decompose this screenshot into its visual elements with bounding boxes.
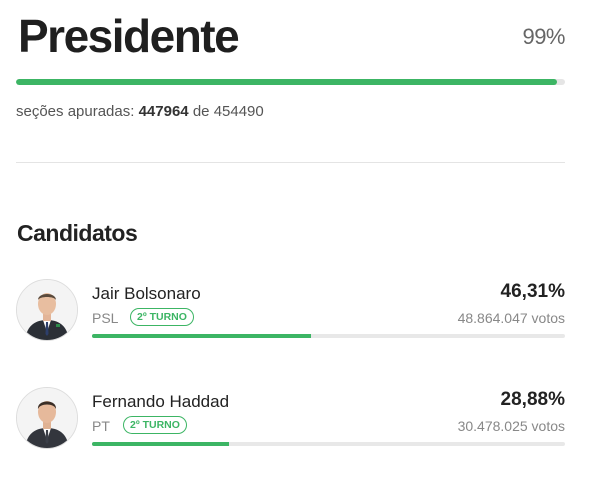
candidate-party: PT: [92, 418, 110, 434]
candidate-percent: 46,31%: [500, 281, 565, 302]
candidate-party: PSL: [92, 310, 119, 326]
overall-progress-fill: [16, 79, 558, 85]
sections-counted-text: seções apuradas: 447964 de 454490: [16, 103, 264, 120]
candidate-avatar: [16, 279, 78, 341]
candidates-heading: Candidatos: [17, 220, 138, 246]
candidate-votes: 48.864.047 votos: [457, 310, 565, 326]
candidate-progress-bar: [92, 334, 565, 338]
second-round-badge: 2º TURNO: [123, 416, 187, 434]
candidate-name: Jair Bolsonaro: [92, 284, 201, 303]
page-title: Presidente: [18, 10, 240, 62]
divider: [16, 162, 565, 163]
person-photo-icon: [17, 280, 77, 340]
sections-middle: de: [192, 103, 210, 120]
person-photo-icon: [17, 388, 77, 448]
candidate-card[interactable]: Jair Bolsonaro PSL 2º TURNO 46,31% 48.86…: [16, 279, 565, 349]
sections-total: 454490: [213, 103, 264, 120]
candidate-progress-fill: [92, 334, 312, 338]
candidate-progress-bar: [92, 442, 565, 446]
candidate-votes: 30.478.025 votos: [457, 418, 565, 434]
candidate-card[interactable]: Fernando Haddad PT 2º TURNO 28,88% 30.47…: [16, 387, 565, 457]
overall-progress-bar: [16, 79, 565, 85]
sections-counted: 447964: [138, 103, 189, 120]
candidate-progress-fill: [92, 442, 229, 446]
candidate-percent: 28,88%: [500, 389, 565, 410]
overall-percent: 99%: [522, 24, 565, 49]
candidate-avatar: [16, 387, 78, 449]
second-round-badge: 2º TURNO: [130, 308, 194, 326]
candidate-name: Fernando Haddad: [92, 392, 230, 411]
sections-prefix: seções apuradas:: [16, 103, 135, 120]
